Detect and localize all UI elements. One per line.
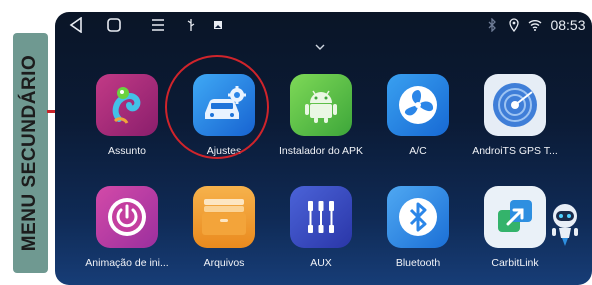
wifi-icon — [527, 15, 543, 35]
back-icon[interactable] — [67, 15, 85, 35]
app-label: Assunto — [108, 145, 146, 157]
status-bar: 08:53 — [55, 12, 592, 38]
image-icon — [211, 15, 225, 35]
android-icon — [290, 74, 352, 136]
fan-icon — [387, 74, 449, 136]
app-label: Arquivos — [203, 257, 245, 269]
app-animacao[interactable]: Animação de ini... — [72, 186, 182, 269]
clock: 08:53 — [550, 17, 586, 33]
app-label: AUX — [310, 257, 332, 269]
android-screen: 08:53 Assunto Ajustes Instalador do APK … — [55, 12, 592, 285]
app-label: Bluetooth — [395, 257, 441, 269]
home-icon[interactable] — [105, 15, 123, 35]
power-icon — [96, 186, 158, 248]
app-bluetooth[interactable]: Bluetooth — [363, 186, 473, 269]
app-label: Instalador do APK — [278, 145, 364, 157]
app-label: AndroiTS GPS T... — [472, 145, 558, 157]
menu-icon[interactable] — [149, 15, 167, 35]
location-icon — [507, 15, 521, 35]
app-ac[interactable]: A/C — [363, 74, 473, 157]
side-label: MENU SECUNDÁRIO — [13, 33, 48, 273]
bluetooth-icon — [485, 15, 499, 35]
app-androits-gps[interactable]: AndroiTS GPS T... — [460, 74, 570, 157]
app-label: CarbitLink — [491, 257, 539, 269]
highlight-circle — [165, 55, 269, 159]
app-arquivos[interactable]: Arquivos — [169, 186, 279, 269]
usb-icon — [184, 15, 198, 35]
folder-icon — [193, 186, 255, 248]
bluetooth-app-icon — [387, 186, 449, 248]
app-instalador-apk[interactable]: Instalador do APK — [266, 74, 376, 157]
chameleon-icon — [96, 74, 158, 136]
aux-icon — [290, 186, 352, 248]
assistant-robot-icon[interactable] — [549, 202, 581, 248]
app-aux[interactable]: AUX — [266, 186, 376, 269]
app-label: A/C — [409, 145, 427, 157]
chevron-down-icon[interactable] — [315, 42, 325, 50]
side-label-text: MENU SECUNDÁRIO — [19, 54, 41, 252]
gps-radar-icon — [484, 74, 546, 136]
app-label: Animação de ini... — [85, 257, 169, 269]
carbitlink-icon — [484, 186, 546, 248]
